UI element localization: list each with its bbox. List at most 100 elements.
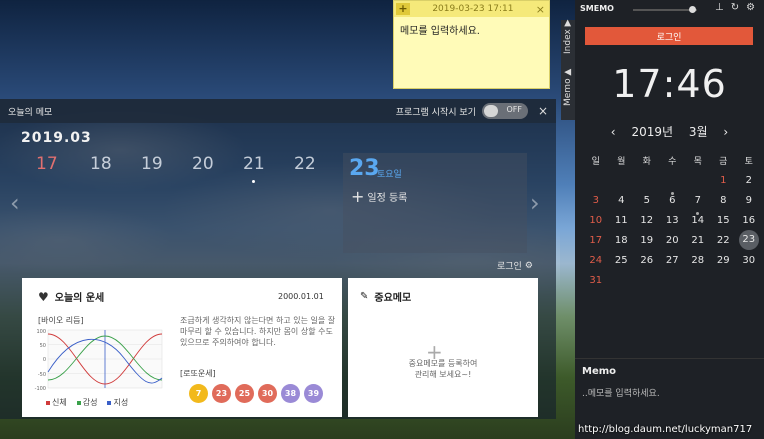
startup-toggle[interactable]: OFF — [481, 103, 528, 119]
prev-week-arrow[interactable]: ‹ — [10, 189, 20, 217]
next-week-arrow[interactable]: › — [530, 189, 540, 217]
panel-header: 오늘의 메모 프로그램 시작시 보기 OFF × — [0, 99, 556, 123]
panel-close-button[interactable]: × — [538, 104, 548, 118]
refresh-icon[interactable]: ↻ — [731, 2, 739, 13]
calendar-day-number: 23 — [738, 230, 759, 250]
day-item[interactable]: 21 — [243, 154, 265, 174]
calendar-day[interactable]: 2 — [736, 175, 762, 186]
day-item[interactable]: 18 — [90, 154, 112, 174]
calendar-day-number: 14 — [691, 214, 705, 226]
weekday-header-row: 일 월 화 수 목 금 토 — [583, 150, 763, 170]
calendar-day[interactable]: 22 — [711, 235, 737, 246]
calendar-day[interactable]: 7 — [685, 195, 711, 206]
next-month-arrow[interactable]: › — [723, 125, 728, 139]
memo-section-title: Memo — [582, 366, 617, 377]
important-memo-empty-text[interactable]: 중요메모를 등록하여 관리해 보세요~! — [348, 358, 538, 380]
calendar-day[interactable]: 26 — [634, 255, 660, 266]
sticky-close-button[interactable]: × — [536, 3, 545, 16]
calendar-day[interactable]: 10 — [583, 215, 609, 226]
calendar-day[interactable]: 21 — [685, 235, 711, 246]
calendar-day[interactable]: 31 — [583, 275, 609, 286]
sidebar-toolbar: ⊥ ↻ ⚙ — [715, 2, 755, 13]
tab-memo[interactable]: Memo ▲ — [563, 69, 573, 106]
calendar-day-number: 6 — [669, 194, 676, 206]
calendar-day[interactable]: 12 — [634, 215, 660, 226]
calendar-day[interactable]: 25 — [609, 255, 635, 266]
y-tick-label: -100 — [35, 386, 46, 392]
calendar-day[interactable]: 8 — [711, 195, 737, 206]
lotto-ball: 7 — [189, 384, 208, 403]
memo-input[interactable]: ..메모를 입력하세요. — [582, 386, 660, 399]
edit-icon: ✎ — [360, 291, 369, 302]
month-navigator: ‹ 2019년 3월 › — [575, 123, 764, 140]
biorhythm-chart: 100 50 0 -50 -100 — [35, 329, 163, 392]
lotto-balls: 7 23 25 30 38 39 — [189, 384, 323, 403]
calendar-day[interactable]: 14 — [685, 211, 711, 226]
calendar-day[interactable]: 30 — [736, 255, 762, 266]
calendar-day[interactable]: 27 — [660, 255, 686, 266]
calendar-day[interactable]: 17 — [583, 235, 609, 246]
day-item[interactable]: 17 — [36, 154, 58, 174]
sticky-note[interactable]: + 2019-03-23 17:11 × 메모를 입력하세요. — [393, 0, 550, 89]
today-card[interactable]: 23 토요일 + 일정 등록 — [343, 153, 527, 253]
tab-index[interactable]: Index ▶ — [563, 19, 573, 54]
calendar-day-selected[interactable]: 23 — [736, 230, 762, 250]
calendar-day[interactable]: 11 — [609, 215, 635, 226]
gear-icon[interactable]: ⚙ — [746, 2, 755, 13]
calendar-day[interactable]: 18 — [609, 235, 635, 246]
add-schedule-button[interactable]: + 일정 등록 — [351, 187, 407, 206]
calendar-day[interactable]: 3 — [583, 195, 609, 206]
weekday-header: 토 — [744, 156, 753, 167]
empty-text-line: 관리해 보세요~! — [414, 370, 472, 379]
calendar-day[interactable]: 5 — [634, 195, 660, 206]
lotto-ball: 30 — [258, 384, 277, 403]
calendar-day[interactable]: 4 — [609, 195, 635, 206]
sticky-add-button[interactable]: + — [396, 3, 410, 15]
today-weekday: 토요일 — [377, 170, 402, 180]
calendar-week-row: 3 4 5 6 7 8 9 — [583, 190, 763, 210]
app-brand: SMEMO — [580, 4, 614, 13]
calendar-week-row: 24 25 26 27 28 29 30 — [583, 250, 763, 270]
lotto-ball: 25 — [235, 384, 254, 403]
biorhythm-legend: 신체 감성 지성 — [46, 397, 128, 408]
calendar-day[interactable]: 6 — [660, 191, 686, 206]
day-item[interactable]: 20 — [192, 154, 214, 174]
pin-icon[interactable]: ⊥ — [715, 2, 724, 13]
legend-label: 신체 — [52, 398, 67, 407]
opacity-slider-handle[interactable] — [689, 6, 696, 13]
calendar-day[interactable]: 1 — [711, 175, 737, 186]
add-schedule-label: 일정 등록 — [367, 193, 408, 204]
prev-month-arrow[interactable]: ‹ — [611, 125, 616, 139]
calendar-day[interactable]: 15 — [711, 215, 737, 226]
calendar-day[interactable]: 16 — [736, 215, 762, 226]
day-item[interactable]: 19 — [141, 154, 163, 174]
weekday-header: 수 — [668, 156, 677, 167]
lotto-label: [로또운세] — [180, 369, 216, 378]
sticky-note-body[interactable]: 메모를 입력하세요. — [394, 17, 549, 42]
heart-icon: ♥ — [38, 289, 49, 304]
legend-physical: 신체 — [46, 397, 67, 408]
calendar-day[interactable]: 20 — [660, 235, 686, 246]
y-tick-label: -50 — [38, 372, 46, 378]
opacity-slider[interactable] — [633, 9, 697, 11]
day-item[interactable]: 22 — [294, 154, 316, 174]
clock: 17:46 — [612, 62, 727, 106]
calendar-day[interactable]: 29 — [711, 255, 737, 266]
sticky-note-header: + 2019-03-23 17:11 × — [394, 1, 549, 17]
calendar-day[interactable]: 13 — [660, 215, 686, 226]
calendar-day[interactable]: 19 — [634, 235, 660, 246]
birth-date[interactable]: 2000.01.01 — [278, 292, 324, 301]
sidebar-login-button[interactable]: 로그인 — [585, 27, 753, 45]
weekday-header: 금 — [719, 156, 728, 167]
calendar-year: 2019년 — [631, 125, 674, 139]
calendar-day[interactable]: 24 — [583, 255, 609, 266]
panel-login-link[interactable]: 로그인 ⚙ — [497, 259, 533, 273]
empty-text-line: 중요메모를 등록하여 — [408, 359, 478, 368]
weekday-header: 화 — [642, 156, 651, 167]
calendar-week-row: 17 18 19 20 21 22 23 — [583, 230, 763, 250]
calendar-day[interactable]: 28 — [685, 255, 711, 266]
fortune-title: ♥ 오늘의 운세 — [38, 289, 104, 305]
panel-title: 오늘의 메모 — [8, 107, 53, 118]
today-date: 23 — [349, 156, 380, 181]
calendar-day[interactable]: 9 — [736, 195, 762, 206]
